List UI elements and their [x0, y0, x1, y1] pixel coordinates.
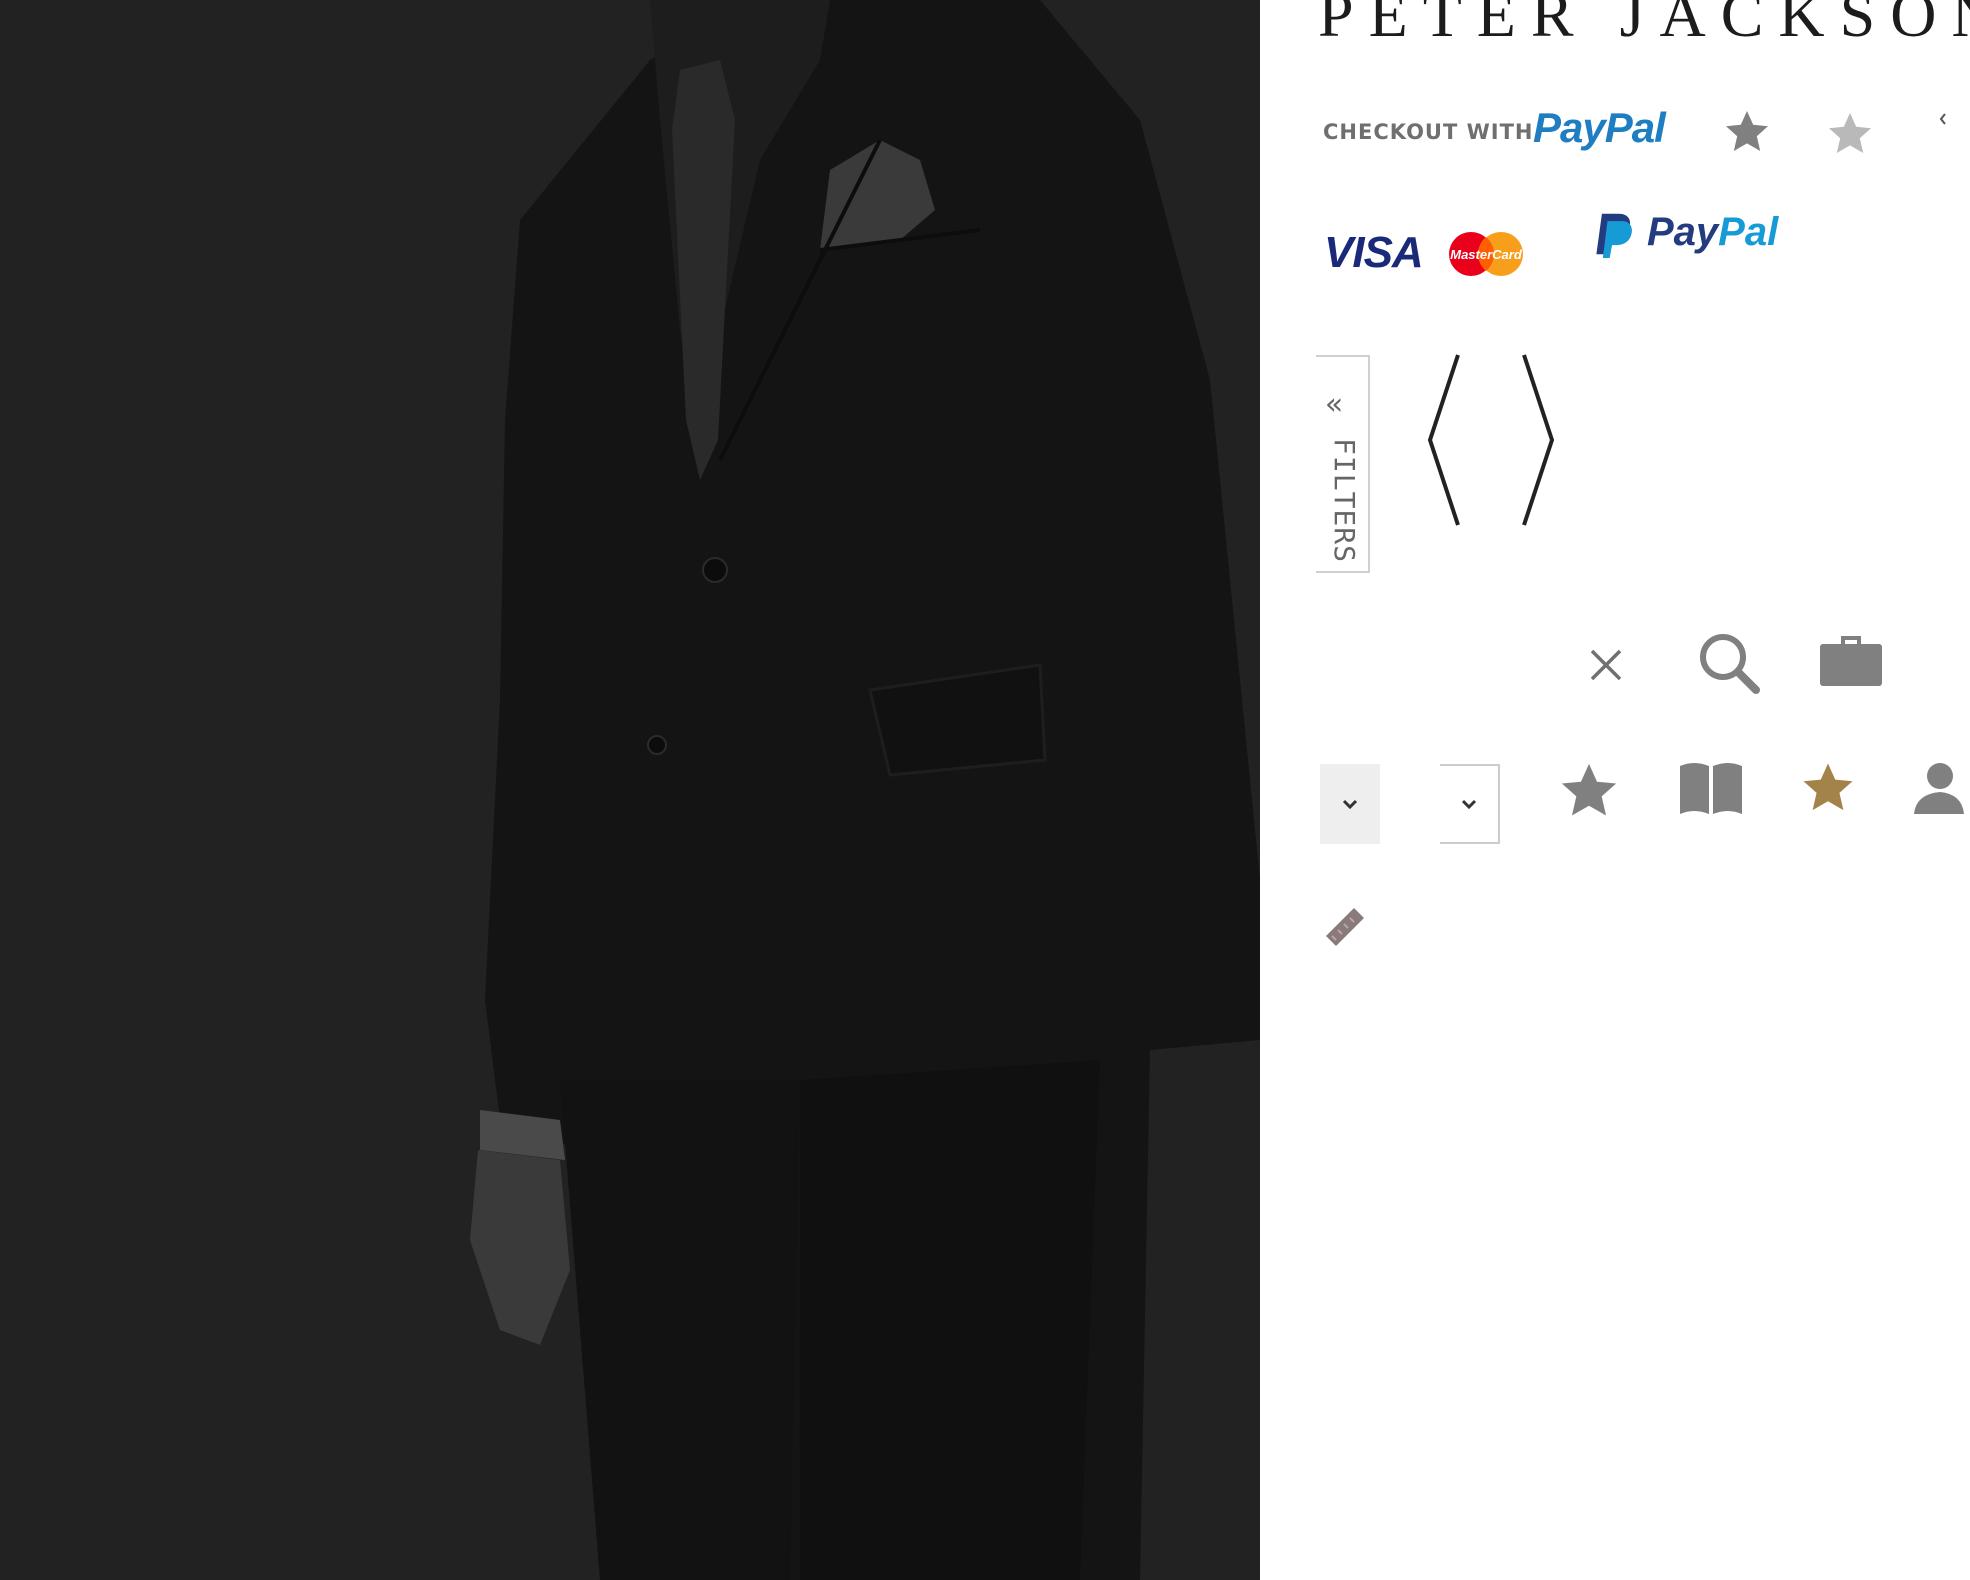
paypal-logo-part1: Pay: [1647, 210, 1719, 254]
mastercard-label: MasterCard: [1450, 247, 1523, 262]
brand-logo[interactable]: PETER JACKSON: [1318, 0, 1970, 58]
model-in-suit-illustration: [0, 0, 1260, 1580]
hero-photo: [0, 0, 1260, 1580]
visa-logo: VISA: [1324, 228, 1424, 277]
book-icon[interactable]: [1678, 760, 1744, 816]
angle-left-icon[interactable]: [1423, 350, 1465, 530]
paypal-logo-part2: Pal: [1718, 210, 1779, 254]
filters-label: FILTERS: [1328, 438, 1361, 564]
star-light-icon[interactable]: [1825, 110, 1875, 158]
tape-icon[interactable]: [1318, 898, 1372, 952]
star-icon[interactable]: [1722, 108, 1772, 156]
gold-star-icon[interactable]: [1798, 760, 1858, 816]
close-icon[interactable]: [1586, 645, 1626, 685]
dropdown-arrow-outlined[interactable]: [1440, 764, 1500, 844]
chevron-down-icon: [1461, 799, 1477, 810]
chevron-down-icon: [1342, 799, 1358, 810]
mastercard-logo: MasterCard: [1449, 232, 1523, 276]
star-icon[interactable]: [1556, 760, 1622, 822]
sprite-sheet: PETER JACKSON CHECKOUT WITH PayPal VISA …: [1260, 0, 1970, 1580]
checkout-paypal-brand: PayPal: [1533, 104, 1666, 151]
chevron-left-icon[interactable]: [1936, 110, 1950, 128]
search-icon[interactable]: [1696, 630, 1764, 696]
briefcase-icon[interactable]: [1817, 632, 1885, 688]
angle-right-icon[interactable]: [1517, 350, 1559, 530]
paypal-mark-icon: [1596, 213, 1632, 258]
user-icon[interactable]: [1910, 760, 1966, 816]
dropdown-arrow-filled[interactable]: [1320, 764, 1380, 844]
double-chevron-left-icon[interactable]: «: [1322, 390, 1346, 420]
paypal-logo: PayPal: [1647, 210, 1778, 255]
checkout-label: CHECKOUT WITH: [1323, 120, 1534, 144]
